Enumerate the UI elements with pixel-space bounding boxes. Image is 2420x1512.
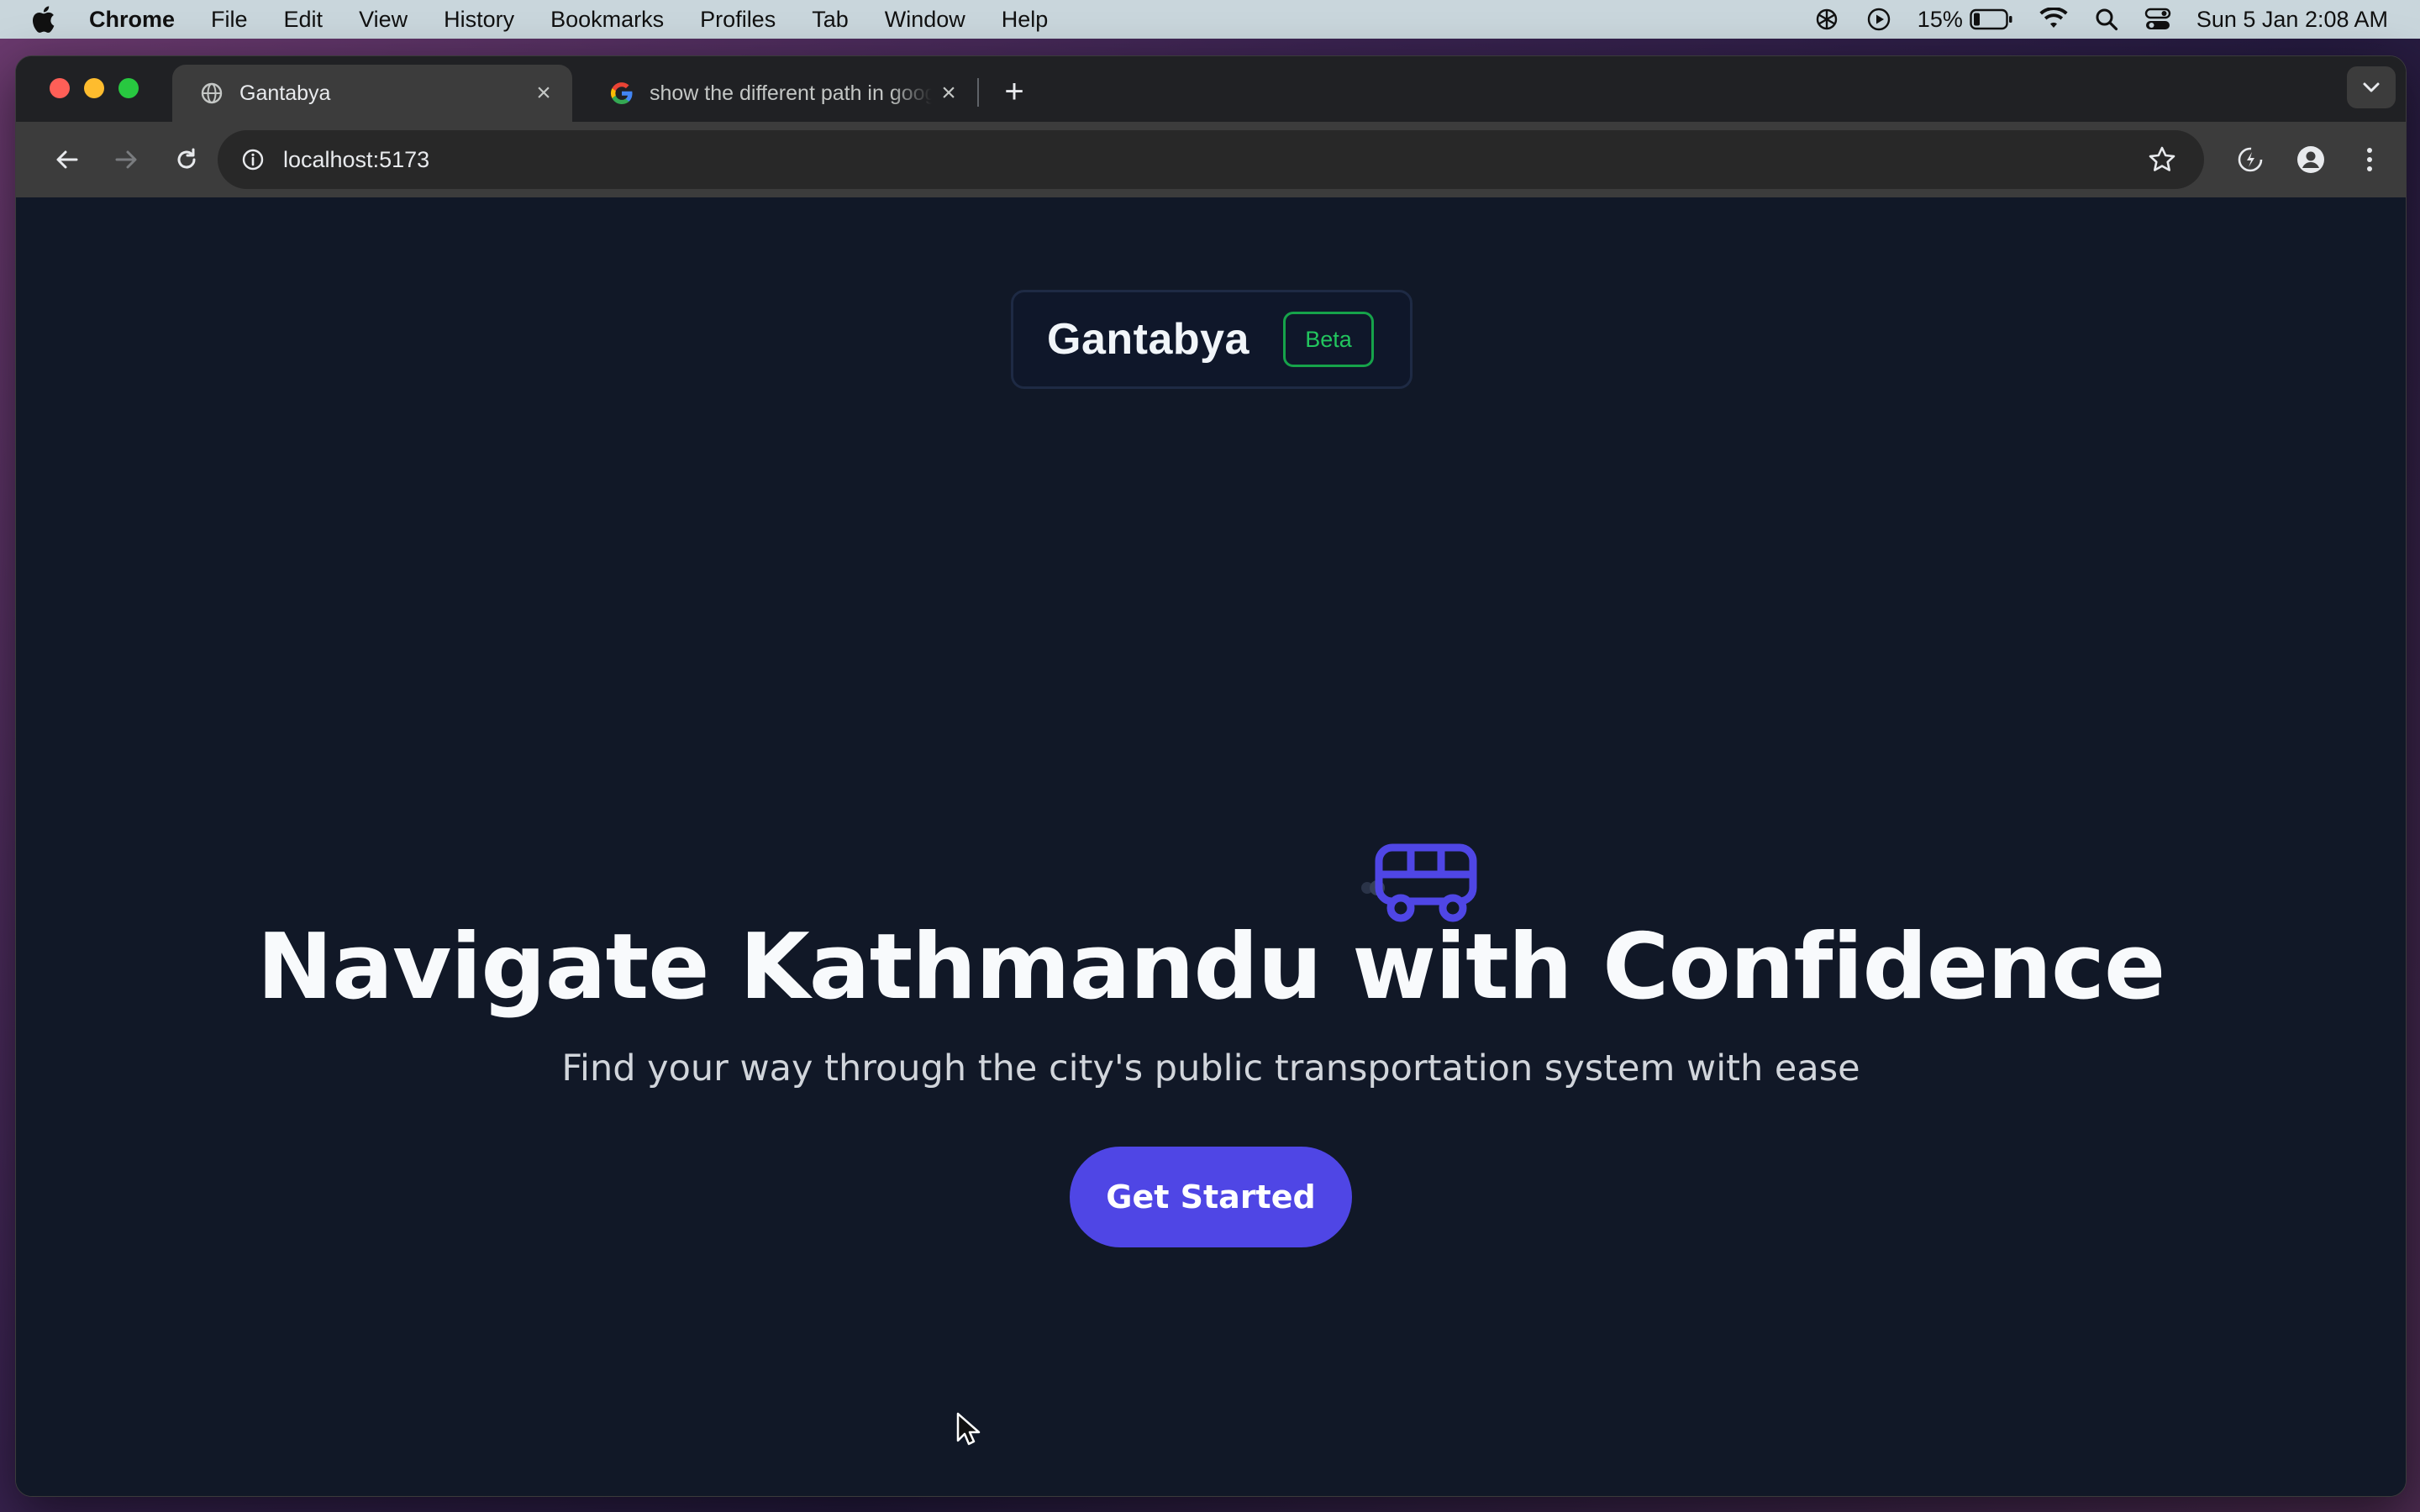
tab-title: show the different path in google [650, 81, 932, 105]
chatgpt-icon[interactable] [1813, 6, 1840, 33]
tab-gantabya[interactable]: Gantabya × [172, 65, 572, 122]
tab-google-search[interactable]: show the different path in google × [582, 65, 977, 122]
globe-icon [199, 81, 224, 106]
chrome-menu-icon[interactable] [2350, 140, 2389, 179]
new-tab-button[interactable]: + [991, 68, 1038, 115]
brand-header: Gantabya Beta [1011, 290, 1413, 389]
menu-edit[interactable]: Edit [284, 7, 324, 33]
menu-view[interactable]: View [359, 7, 408, 33]
menu-history[interactable]: History [444, 7, 514, 33]
battery-percent: 15% [1917, 6, 1963, 32]
tab-separator [977, 78, 979, 107]
browser-toolbar: localhost:5173 [16, 122, 2406, 197]
menubar-status-area: 15% Sun 5 Jan 2:08 AM [1813, 0, 2388, 39]
reload-icon [177, 148, 196, 169]
back-button[interactable] [48, 140, 87, 179]
close-tab-icon[interactable]: × [932, 79, 965, 108]
minimize-window-button[interactable] [84, 78, 104, 98]
get-started-button[interactable]: Get Started [1070, 1147, 1352, 1247]
mouse-cursor-icon [956, 1412, 981, 1446]
media-play-icon[interactable] [1865, 6, 1892, 33]
control-center-icon[interactable] [2144, 7, 2171, 32]
hero-subheadline: Find your way through the city's public … [561, 1047, 1860, 1089]
tab-search-button[interactable] [2347, 66, 2396, 108]
brand-name: Gantabya [1047, 315, 1249, 364]
beta-badge: Beta [1282, 312, 1374, 367]
spotlight-search-icon[interactable] [2094, 7, 2119, 32]
close-window-button[interactable] [50, 78, 70, 98]
menu-window[interactable]: Window [885, 7, 965, 33]
close-tab-icon[interactable]: × [527, 79, 560, 108]
reload-button[interactable] [167, 140, 206, 179]
macos-menubar: Chrome File Edit View History Bookmarks … [0, 0, 2420, 39]
battery-icon [1970, 8, 2012, 30]
tab-strip: Gantabya × show the different path in go… [16, 56, 2406, 122]
menu-tab[interactable]: Tab [812, 7, 849, 33]
menu-app-name[interactable]: Chrome [89, 7, 175, 33]
apple-icon[interactable] [30, 5, 64, 34]
window-controls [50, 78, 139, 98]
google-icon [609, 81, 634, 106]
bookmark-star-icon[interactable] [2147, 144, 2177, 179]
performance-icon[interactable] [2231, 140, 2270, 179]
hero-headline: Navigate Kathmandu with Confidence [256, 915, 2166, 1020]
menubar-clock[interactable]: Sun 5 Jan 2:08 AM [2196, 7, 2388, 33]
site-info-icon[interactable] [238, 144, 268, 175]
bus-icon [1361, 843, 1477, 922]
tab-title: Gantabya [239, 81, 331, 105]
menu-help[interactable]: Help [1002, 7, 1049, 33]
address-bar[interactable]: localhost:5173 [218, 130, 2204, 189]
profile-avatar-icon[interactable] [2291, 140, 2330, 179]
web-page: Gantabya Beta Navigate Kathmandu with Co… [16, 197, 2406, 1496]
battery-indicator[interactable]: 15% [1918, 7, 2013, 33]
menu-bookmarks[interactable]: Bookmarks [550, 7, 664, 33]
menu-profiles[interactable]: Profiles [700, 7, 776, 33]
arrow-left-icon [56, 150, 78, 169]
zoom-window-button[interactable] [118, 78, 139, 98]
wifi-icon[interactable] [2039, 8, 2069, 31]
browser-window: Gantabya × show the different path in go… [15, 55, 2407, 1497]
url-text[interactable]: localhost:5173 [283, 147, 429, 173]
arrow-right-icon [115, 150, 137, 169]
chevron-down-icon [2363, 82, 2380, 92]
forward-button[interactable] [107, 140, 145, 179]
menu-file[interactable]: File [211, 7, 248, 33]
